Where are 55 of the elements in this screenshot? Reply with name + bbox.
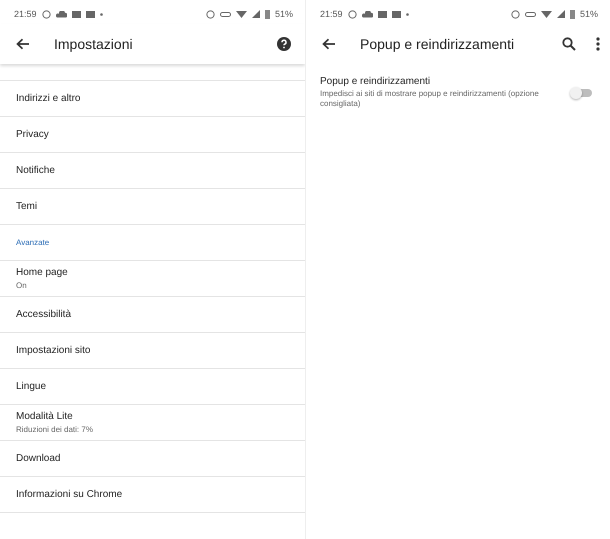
wifi-icon — [540, 10, 552, 18]
back-arrow-icon[interactable] — [16, 38, 30, 50]
clock: 21:59 — [14, 9, 37, 19]
item-label: Indirizzi e altro — [16, 93, 82, 104]
back-arrow-icon[interactable] — [322, 38, 336, 50]
item-label: Home page — [16, 267, 69, 278]
clock: 21:59 — [320, 9, 343, 19]
item-label: Privacy — [16, 129, 50, 140]
screen-title: Impostazioni — [54, 36, 133, 52]
settings-item[interactable]: Privacy — [0, 117, 305, 153]
battery-icon — [264, 10, 270, 18]
settings-item[interactable]: Notifiche — [0, 153, 305, 189]
item-summary: Riduzioni dei dati: 7% — [16, 425, 94, 434]
item-label: Download — [16, 453, 62, 464]
search-icon[interactable] — [562, 37, 576, 51]
settings-item[interactable]: Modalità Lite Riduzioni dei dati: 7% — [0, 405, 305, 441]
settings-item[interactable]: Download — [0, 441, 305, 477]
item-label: Impostazioni sito — [16, 345, 92, 356]
dot-icon — [406, 12, 409, 16]
settings-item[interactable]: Impostazioni sito — [0, 333, 305, 369]
alarm-icon — [510, 10, 520, 18]
item-label: Temi — [16, 201, 38, 212]
settings-item[interactable]: Home page On — [0, 261, 305, 297]
item-summary: On — [16, 281, 28, 290]
item-label: Modalità Lite — [16, 411, 74, 422]
alarm-icon — [42, 10, 51, 18]
battery-level: 51% — [580, 9, 598, 19]
more-icon[interactable] — [596, 37, 600, 51]
settings-item[interactable]: Indirizzi e altro — [0, 81, 305, 117]
screen-title: Popup e reindirizzamenti — [360, 36, 514, 52]
item-label: Lingue — [16, 381, 48, 392]
link-icon — [220, 12, 231, 16]
cloud-icon — [56, 10, 67, 18]
link-icon — [524, 12, 536, 16]
signal-icon — [252, 10, 260, 18]
cloud-icon — [362, 10, 373, 18]
section-header: Avanzate — [0, 225, 305, 261]
item-label: Popup e reindirizzamenti — [320, 76, 432, 87]
item-label: Notifiche — [16, 165, 56, 176]
settings-item[interactable]: Informazioni su Chrome — [0, 477, 305, 513]
help-icon[interactable] — [277, 37, 291, 51]
item-label: Accessibilità — [16, 309, 72, 320]
dot-icon — [100, 12, 103, 16]
signal-icon — [556, 10, 565, 18]
alarm-icon — [348, 10, 357, 18]
settings-item[interactable]: Accessibilità — [0, 297, 305, 333]
item-label: Informazioni su Chrome — [16, 489, 124, 500]
toggle-switch[interactable] — [572, 88, 592, 96]
wifi-icon — [236, 10, 247, 18]
alarm-icon — [206, 10, 215, 18]
settings-item[interactable]: Temi — [0, 189, 305, 225]
battery-icon — [570, 10, 575, 18]
settings-item[interactable]: Lingue — [0, 369, 305, 405]
battery-level: 51% — [274, 9, 293, 19]
item-summary: Impedisci ai siti di mostrare popup e reindirizzamenti (opzione consigliata) — [320, 89, 540, 109]
